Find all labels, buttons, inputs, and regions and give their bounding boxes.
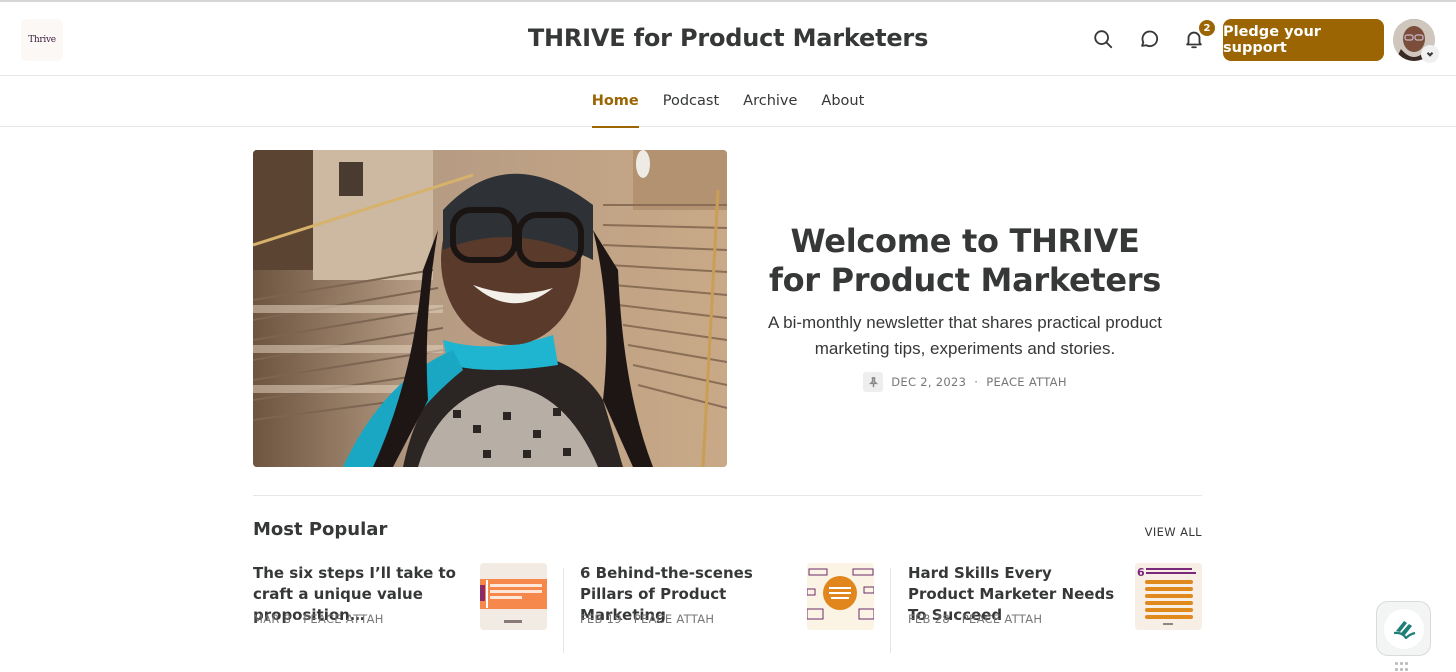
nav-tab-archive[interactable]: Archive — [731, 77, 809, 127]
search-button[interactable] — [1091, 27, 1115, 51]
popular-post-meta: MAR 8 · PEACE ATTAH — [253, 612, 384, 626]
popular-post-date: MAR 8 — [253, 612, 292, 626]
pin-icon — [863, 372, 884, 392]
svg-text:6: 6 — [1137, 566, 1145, 579]
popular-post-meta: FEB 28 · PEACE ATTAH — [908, 612, 1042, 626]
popular-post-author[interactable]: PEACE ATTAH — [303, 612, 384, 626]
popular-post-thumbnail[interactable] — [807, 563, 874, 630]
site-header: Thrive THRIVE for Product Marketers 2 Pl… — [0, 2, 1456, 76]
meta-separator: · — [295, 612, 300, 626]
popular-post[interactable]: The six steps I’ll take to craft a uniqu… — [253, 563, 548, 653]
drag-handle[interactable] — [1395, 662, 1409, 672]
reader-app-icon — [1393, 620, 1415, 639]
search-icon — [1094, 30, 1113, 49]
featured-post-meta: DEC 2, 2023 · PEACE ATTAH — [760, 372, 1170, 392]
chat-button[interactable] — [1137, 27, 1161, 51]
popular-post[interactable]: 6 Behind-the-scenes Pillars of Product M… — [580, 563, 875, 653]
popular-post[interactable]: Hard Skills Every Product Marketer Needs… — [908, 563, 1202, 653]
popular-post-thumbnail[interactable]: 6 — [1135, 563, 1202, 630]
featured-post-subtitle: A bi-monthly newsletter that shares prac… — [767, 313, 1163, 358]
main-nav: Home Podcast Archive About — [0, 77, 1456, 128]
popular-post-date: FEB 28 — [908, 612, 950, 626]
column-divider — [563, 568, 564, 653]
popular-post-author[interactable]: PEACE ATTAH — [634, 612, 715, 626]
most-popular-heading: Most Popular — [253, 519, 388, 540]
account-menu-toggle[interactable] — [1421, 45, 1439, 63]
featured-post-date: DEC 2, 2023 — [891, 375, 967, 389]
section-divider — [253, 495, 1202, 496]
pledge-support-button[interactable]: Pledge your support — [1223, 19, 1384, 61]
nav-tab-about[interactable]: About — [809, 77, 876, 127]
featured-post-title[interactable]: Welcome to THRIVE for Product Marketers — [760, 222, 1170, 300]
featured-post-image[interactable] — [253, 150, 727, 467]
popular-post-author[interactable]: PEACE ATTAH — [962, 612, 1043, 626]
popular-post-date: FEB 19 — [580, 612, 622, 626]
notification-badge: 2 — [1198, 19, 1216, 37]
view-all-link[interactable]: VIEW ALL — [1145, 525, 1202, 539]
meta-separator: · — [974, 375, 979, 389]
nav-tab-home[interactable]: Home — [580, 77, 651, 128]
meta-separator: · — [625, 612, 630, 626]
chevron-down-icon — [1426, 52, 1434, 57]
floating-reader-widget[interactable] — [1376, 601, 1431, 656]
popular-post-thumbnail[interactable] — [480, 563, 547, 630]
meta-separator: · — [953, 612, 958, 626]
nav-tab-podcast[interactable]: Podcast — [651, 77, 731, 127]
featured-post: Welcome to THRIVE for Product Marketers … — [760, 222, 1170, 392]
popular-post-meta: FEB 19 · PEACE ATTAH — [580, 612, 714, 626]
chat-icon — [1141, 30, 1159, 48]
featured-post-author[interactable]: PEACE ATTAH — [986, 375, 1067, 389]
column-divider — [890, 568, 891, 653]
